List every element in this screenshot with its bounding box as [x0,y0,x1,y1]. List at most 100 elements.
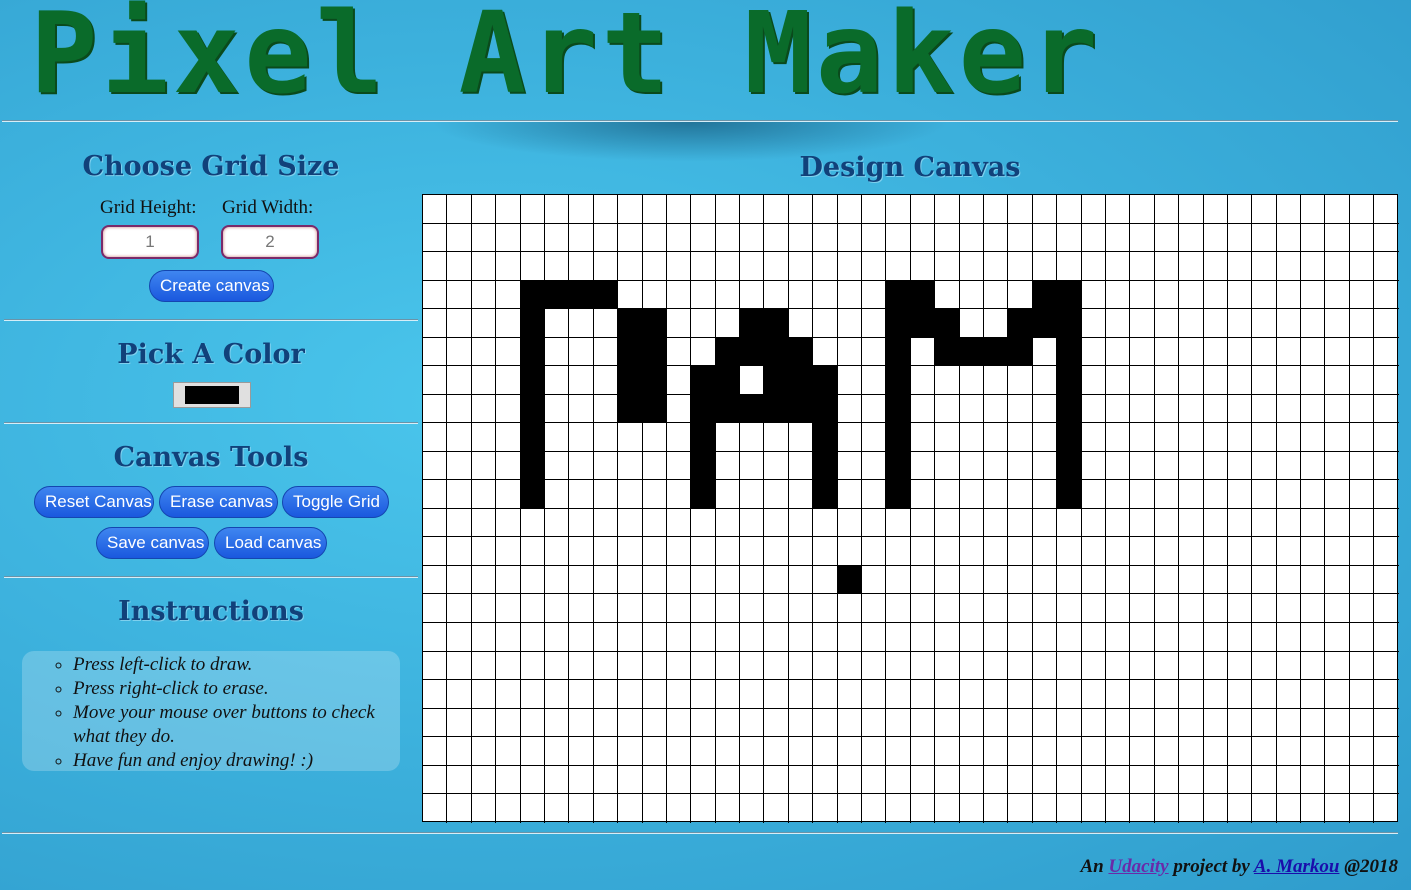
canvas-cell[interactable] [959,508,984,538]
canvas-cell[interactable] [1008,794,1033,823]
canvas-cell[interactable] [1057,309,1082,338]
canvas-cell[interactable] [1325,252,1350,281]
canvas-cell[interactable] [813,252,838,281]
canvas-cell[interactable] [1227,309,1253,338]
canvas-cell[interactable] [642,737,667,766]
canvas-cell[interactable] [1252,480,1277,509]
canvas-cell[interactable] [569,508,594,538]
canvas-cell[interactable] [910,394,936,424]
canvas-cell[interactable] [544,651,570,681]
canvas-cell[interactable] [837,337,863,367]
canvas-cell[interactable] [1105,480,1131,509]
canvas-cell[interactable] [691,337,716,367]
canvas-cell[interactable] [1374,452,1399,481]
canvas-cell[interactable] [471,337,497,367]
canvas-cell[interactable] [959,651,984,681]
canvas-cell[interactable] [1154,737,1180,766]
canvas-cell[interactable] [1105,280,1131,310]
canvas-cell[interactable] [788,451,814,481]
canvas-cell[interactable] [935,708,960,738]
canvas-cell[interactable] [618,651,643,681]
canvas-cell[interactable] [1179,366,1204,395]
canvas-cell[interactable] [691,309,716,338]
udacity-link[interactable]: Udacity [1108,856,1168,877]
canvas-cell[interactable] [959,765,984,795]
canvas-cell[interactable] [423,537,448,566]
canvas-cell[interactable] [691,195,716,224]
canvas-cell[interactable] [715,594,741,623]
canvas-cell[interactable] [813,309,838,338]
canvas-cell[interactable] [910,594,936,623]
canvas-cell[interactable] [1032,280,1058,310]
canvas-cell[interactable] [520,223,545,253]
canvas-cell[interactable] [813,508,838,538]
canvas-cell[interactable] [1276,537,1302,566]
canvas-cell[interactable] [618,423,643,452]
canvas-cell[interactable] [1130,680,1155,709]
canvas-cell[interactable] [666,565,692,595]
canvas-cell[interactable] [959,622,984,652]
canvas-cell[interactable] [1154,195,1180,224]
canvas-cell[interactable] [1032,680,1058,709]
canvas-cell[interactable] [1057,708,1082,738]
canvas-cell[interactable] [983,451,1009,481]
canvas-cell[interactable] [1203,366,1228,395]
canvas-cell[interactable] [910,252,936,281]
canvas-cell[interactable] [593,337,619,367]
canvas-cell[interactable] [1105,195,1131,224]
canvas-cell[interactable] [1008,565,1033,595]
canvas-cell[interactable] [1154,252,1180,281]
canvas-cell[interactable] [1349,765,1375,795]
canvas-cell[interactable] [983,594,1009,623]
canvas-cell[interactable] [788,423,814,452]
canvas-cell[interactable] [593,309,619,338]
canvas-cell[interactable] [886,680,911,709]
canvas-cell[interactable] [1227,508,1253,538]
canvas-cell[interactable] [618,480,643,509]
canvas-cell[interactable] [496,737,521,766]
canvas-cell[interactable] [642,622,667,652]
canvas-cell[interactable] [642,252,667,281]
canvas-cell[interactable] [1155,794,1180,823]
canvas-cell[interactable] [618,366,643,395]
canvas-cell[interactable] [1325,366,1350,395]
canvas-cell[interactable] [496,765,521,795]
canvas-cell[interactable] [423,480,448,509]
reset-canvas-button[interactable]: Reset Canvas [34,486,154,518]
canvas-cell[interactable] [788,594,814,623]
canvas-cell[interactable] [1032,565,1058,595]
canvas-cell[interactable] [910,480,936,509]
canvas-cell[interactable] [1154,565,1180,595]
canvas-cell[interactable] [1105,680,1131,709]
canvas-cell[interactable] [666,252,692,281]
canvas-cell[interactable] [618,737,643,766]
canvas-cell[interactable] [837,708,863,738]
canvas-cell[interactable] [1301,708,1326,738]
canvas-cell[interactable] [935,537,960,566]
canvas-cell[interactable] [910,423,936,452]
canvas-cell[interactable] [1301,423,1326,452]
canvas-cell[interactable] [447,366,472,395]
canvas-cell[interactable] [642,708,667,738]
canvas-cell[interactable] [520,337,545,367]
canvas-cell[interactable] [691,223,716,253]
canvas-cell[interactable] [715,537,741,566]
canvas-cell[interactable] [520,309,545,338]
canvas-cell[interactable] [886,451,911,481]
canvas-cell[interactable] [593,223,619,253]
canvas-cell[interactable] [1203,394,1228,424]
canvas-cell[interactable] [593,451,619,481]
canvas-cell[interactable] [764,195,789,224]
canvas-cell[interactable] [1057,252,1082,281]
canvas-cell[interactable] [1227,480,1253,509]
canvas-cell[interactable] [715,337,741,367]
canvas-cell[interactable] [666,708,692,738]
canvas-cell[interactable] [496,622,521,652]
canvas-cell[interactable] [1252,309,1277,338]
canvas-cell[interactable] [496,794,521,823]
canvas-cell[interactable] [471,622,497,652]
canvas-cell[interactable] [1105,451,1131,481]
canvas-cell[interactable] [1301,680,1326,709]
canvas-cell[interactable] [715,680,741,709]
canvas-cell[interactable] [1081,537,1106,566]
